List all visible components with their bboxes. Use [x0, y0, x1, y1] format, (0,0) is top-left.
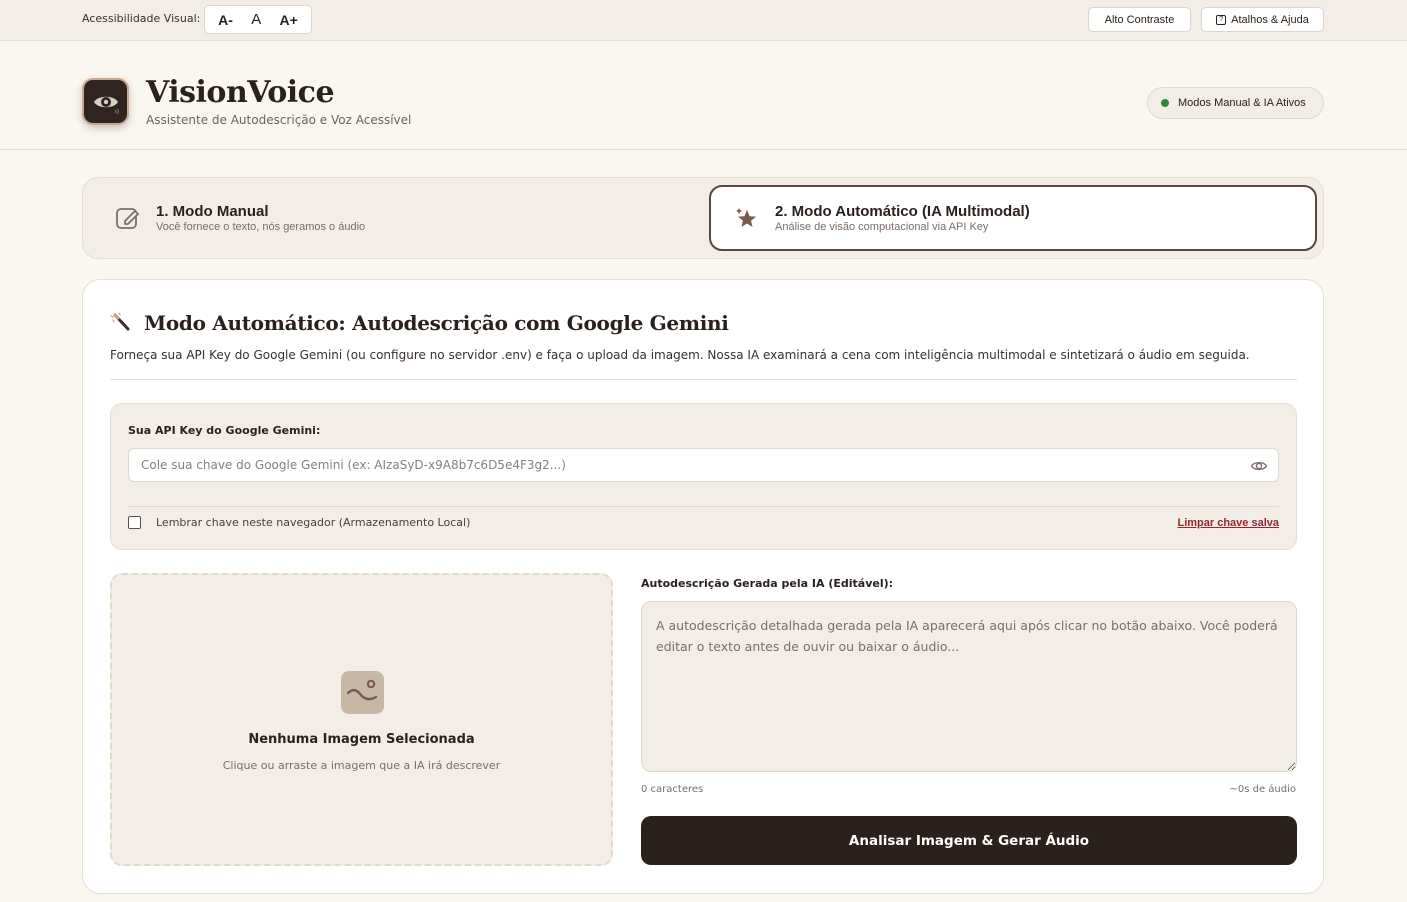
clear-saved-key-link[interactable]: Limpar chave salva: [1177, 517, 1279, 529]
edit-icon: [116, 208, 139, 229]
api-key-panel: Sua API Key do Google Gemini: Lembrar ch…: [110, 403, 1297, 550]
api-key-input[interactable]: [129, 449, 1278, 481]
card-title: Modo Automático: Autodescrição com Googl…: [144, 311, 729, 335]
sparkle-icon: [736, 208, 756, 227]
api-key-label: Sua API Key do Google Gemini:: [128, 424, 321, 437]
status-badge: Modos Manual & IA Ativos: [1147, 87, 1324, 119]
character-count: 0 caracteres: [641, 784, 704, 795]
audio-duration-estimate: ~0s de áudio: [1229, 784, 1296, 795]
generated-description-label: Autodescrição Gerada pela IA (Editável):: [641, 577, 894, 590]
tab-automatic-subtitle: Análise de visão computacional via API K…: [775, 221, 989, 233]
dropzone-title: Nenhuma Imagem Selecionada: [248, 732, 475, 747]
image-dropzone[interactable]: Nenhuma Imagem Selecionada Clique ou arr…: [110, 573, 613, 866]
tab-automatic-title: 2. Modo Automático (IA Multimodal): [775, 203, 1030, 220]
shortcuts-help-button[interactable]: ? Atalhos & Ajuda: [1201, 7, 1324, 32]
font-reset-button[interactable]: A: [251, 11, 261, 28]
app-header: VisionVoice Assistente de Autodescrição …: [0, 41, 1407, 150]
dropzone-subtitle: Clique ou arraste a imagem que a IA irá …: [222, 759, 501, 772]
high-contrast-label: Alto Contraste: [1104, 13, 1175, 26]
remember-key-row: Lembrar chave neste navegador (Armazenam…: [128, 516, 470, 529]
divider: [110, 379, 1297, 380]
generated-description-textarea[interactable]: [641, 601, 1297, 772]
status-label: Modos Manual & IA Ativos: [1178, 97, 1306, 109]
high-contrast-button[interactable]: Alto Contraste: [1088, 7, 1191, 32]
help-icon: ?: [1216, 14, 1227, 25]
remember-key-checkbox[interactable]: [128, 516, 141, 529]
font-increase-button[interactable]: A+: [280, 12, 298, 28]
remember-key-label: Lembrar chave neste navegador (Armazenam…: [156, 516, 471, 529]
tab-automatic-mode[interactable]: 2. Modo Automático (IA Multimodal) Análi…: [709, 185, 1317, 251]
image-placeholder-icon: [341, 671, 384, 714]
font-decrease-button[interactable]: A-: [218, 12, 233, 28]
app-logo: [82, 78, 129, 125]
eye-logo-icon: [93, 96, 119, 114]
accessibility-label: Acessibilidade Visual:: [82, 12, 201, 25]
tab-manual-mode[interactable]: 1. Modo Manual Você fornece o texto, nós…: [86, 185, 698, 251]
analyze-image-button[interactable]: Analisar Imagem & Gerar Áudio: [641, 816, 1297, 865]
app-brand: VisionVoice: [146, 75, 335, 110]
divider: [128, 506, 1279, 507]
card-heading: Modo Automático: Autodescrição com Googl…: [110, 311, 729, 335]
magic-wand-icon: [110, 312, 130, 331]
card-description: Forneça sua API Key do Google Gemini (ou…: [110, 348, 1250, 362]
app-tagline: Assistente de Autodescrição e Voz Acessí…: [146, 113, 412, 127]
show-password-eye-icon[interactable]: [1250, 457, 1268, 475]
mode-selector: 1. Modo Manual Você fornece o texto, nós…: [82, 177, 1324, 259]
tab-manual-subtitle: Você fornece o texto, nós geramos o áudi…: [156, 221, 366, 233]
font-size-controls: A- A A+: [204, 5, 312, 34]
status-dot-icon: [1161, 99, 1169, 107]
shortcuts-help-label: Atalhos & Ajuda: [1231, 13, 1309, 26]
api-key-field: [128, 448, 1279, 482]
automatic-mode-card: Modo Automático: Autodescrição com Googl…: [82, 279, 1324, 894]
accessibility-bar: Acessibilidade Visual: A- A A+ Alto Cont…: [0, 0, 1407, 41]
tab-manual-title: 1. Modo Manual: [156, 203, 269, 220]
